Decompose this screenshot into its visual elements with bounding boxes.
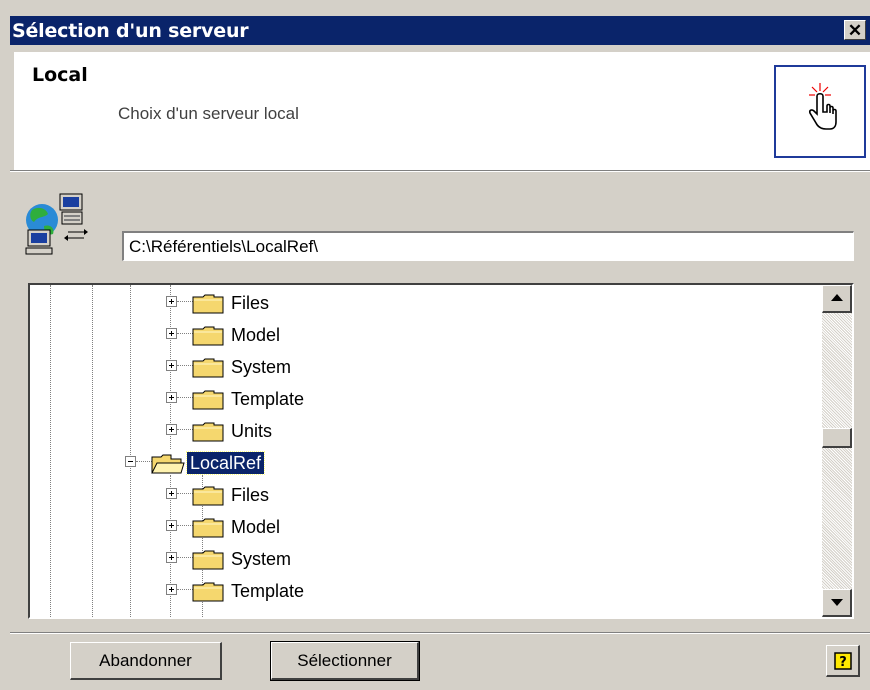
expand-plus-icon[interactable]: [166, 552, 177, 563]
tree-connector: [177, 525, 193, 526]
help-icon: ?: [833, 651, 852, 670]
tree-node-label[interactable]: Files: [228, 484, 272, 506]
header-divider: [10, 170, 870, 172]
tree-node-label[interactable]: Template: [228, 388, 307, 410]
tree-connector: [177, 557, 193, 558]
close-icon: ✕: [847, 21, 863, 40]
expand-plus-icon[interactable]: [166, 296, 177, 307]
tree-node[interactable]: LocalRef: [30, 447, 822, 479]
folder-icon: [192, 550, 224, 570]
cancel-button[interactable]: Abandonner: [70, 642, 222, 680]
folder-icon: [192, 486, 224, 506]
open-folder-icon: [151, 454, 185, 474]
tree-node[interactable]: Model: [30, 319, 822, 351]
header-subtitle: Choix d'un serveur local: [118, 104, 299, 123]
tree-node[interactable]: Model: [30, 511, 822, 543]
scroll-up-button[interactable]: [822, 285, 852, 313]
folder-icon: [192, 294, 224, 314]
tree-node-label[interactable]: System: [228, 356, 294, 378]
tree-connector: [177, 589, 193, 590]
tree-node-label[interactable]: Template: [228, 580, 307, 602]
folder-icon: [192, 326, 224, 346]
folder-icon: [192, 518, 224, 538]
tree-connector: [136, 461, 152, 462]
tree-node-label[interactable]: Model: [228, 516, 283, 538]
expand-plus-icon[interactable]: [166, 392, 177, 403]
tree-connector: [177, 429, 193, 430]
expand-plus-icon[interactable]: [166, 360, 177, 371]
window-title: Sélection d'un serveur: [12, 20, 249, 42]
header-panel: Local Choix d'un serveur local: [14, 52, 870, 171]
expand-plus-icon[interactable]: [166, 328, 177, 339]
tree-node[interactable]: Files: [30, 287, 822, 319]
header-title: Local: [32, 64, 88, 86]
cancel-button-label: Abandonner: [99, 650, 192, 670]
expand-plus-icon[interactable]: [166, 488, 177, 499]
title-bar[interactable]: Sélection d'un serveur ✕: [10, 16, 870, 45]
header-icon-frame: [774, 65, 866, 158]
folder-icon: [192, 358, 224, 378]
tree-node-label[interactable]: Units: [228, 420, 275, 442]
footer-divider: [10, 632, 870, 634]
tree-connector: [177, 493, 193, 494]
tree-connector: [177, 397, 193, 398]
tree-node[interactable]: Template: [30, 575, 822, 607]
expand-plus-icon[interactable]: [166, 520, 177, 531]
folder-icon: [192, 582, 224, 602]
tree-node[interactable]: Template: [30, 383, 822, 415]
tree-node[interactable]: System: [30, 543, 822, 575]
tree-node-label[interactable]: Files: [228, 292, 272, 314]
arrow-up-icon: [831, 294, 843, 301]
folder-icon: [192, 422, 224, 442]
scroll-down-button[interactable]: [822, 589, 852, 617]
close-button[interactable]: ✕: [844, 20, 866, 40]
expand-plus-icon[interactable]: [166, 424, 177, 435]
help-button[interactable]: ?: [826, 645, 860, 677]
tree-node[interactable]: Files: [30, 479, 822, 511]
help-glyph: ?: [839, 655, 847, 670]
tree-connector: [177, 301, 193, 302]
folder-tree[interactable]: Files Model System Template Units LocalRef Fil…: [28, 283, 854, 619]
tree-node-label[interactable]: Model: [228, 324, 283, 346]
collapse-minus-icon[interactable]: [125, 456, 136, 467]
server-path-input[interactable]: [122, 231, 854, 261]
tree-node[interactable]: Units: [30, 415, 822, 447]
select-button[interactable]: Sélectionner: [270, 641, 420, 681]
network-server-icon: [20, 192, 96, 262]
folder-icon: [192, 390, 224, 410]
scroll-thumb[interactable]: [822, 428, 852, 449]
hand-pointer-icon: [809, 83, 837, 130]
tree-connector: [177, 365, 193, 366]
tree-scrollbar[interactable]: [822, 285, 852, 617]
expand-plus-icon[interactable]: [166, 584, 177, 595]
tree-node[interactable]: System: [30, 351, 822, 383]
tree-node-label[interactable]: System: [228, 548, 294, 570]
tree-node-label[interactable]: LocalRef: [185, 451, 266, 475]
arrow-down-icon: [831, 599, 843, 606]
server-selection-dialog: Sélection d'un serveur ✕ Local Choix d'u…: [0, 0, 870, 690]
tree-connector: [177, 333, 193, 334]
select-button-label: Sélectionner: [297, 650, 392, 670]
